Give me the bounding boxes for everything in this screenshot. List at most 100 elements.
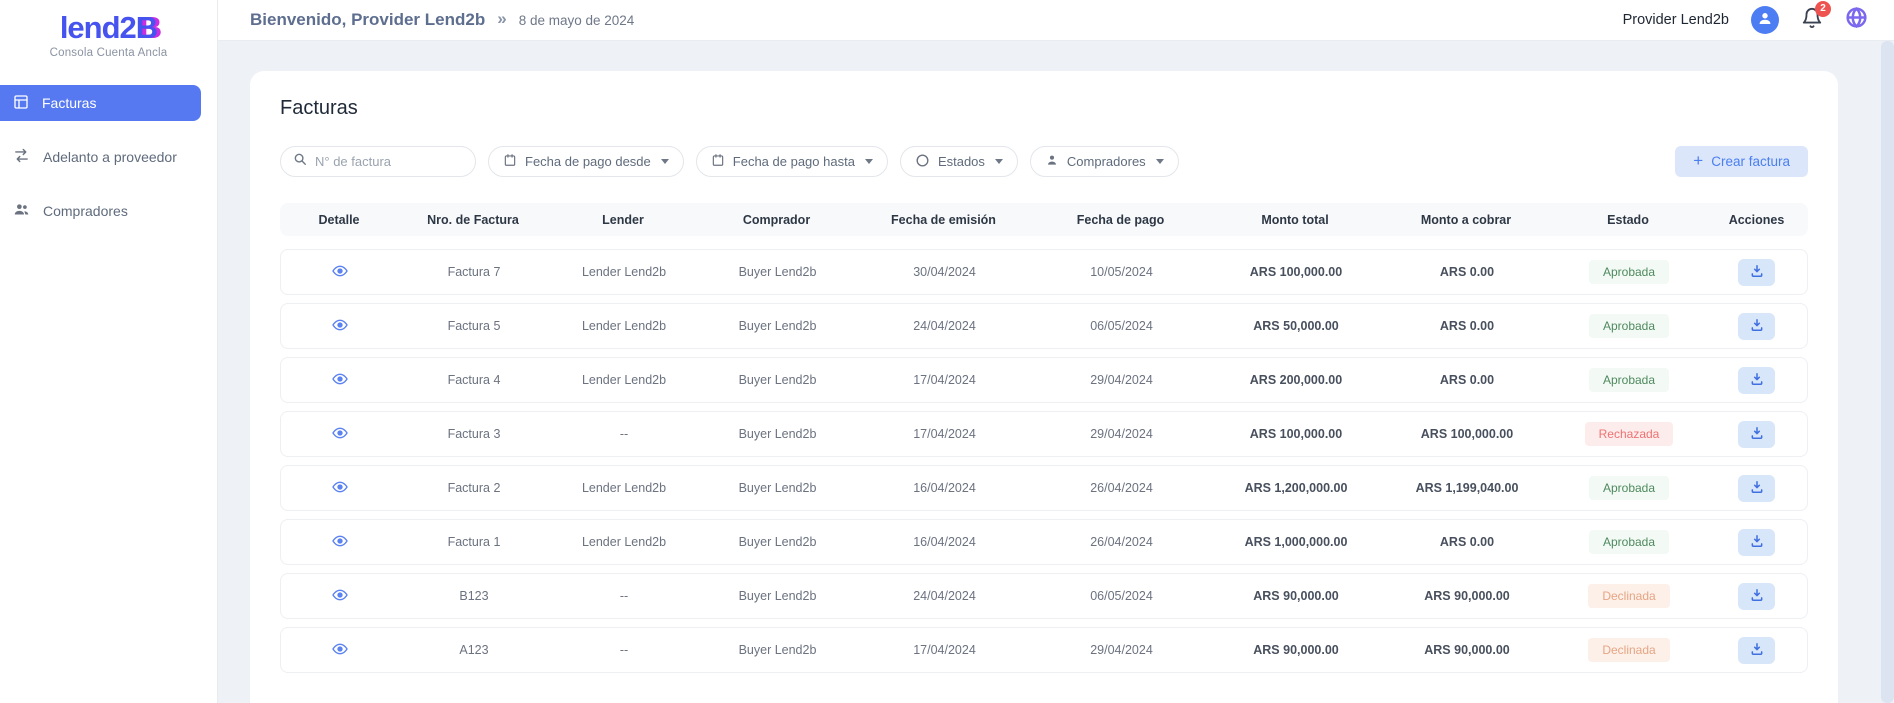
table-column-header: Monto a cobrar [1420,212,1512,227]
detail-cell [281,639,399,662]
status-cell: Aprobada [1552,530,1706,554]
total-amount-cell: ARS 100,000.00 [1249,427,1343,441]
total-amount-cell: ARS 1,200,000.00 [1244,481,1348,495]
filter-compradores[interactable]: Compradores [1029,146,1179,177]
table-column-header: Lender [602,212,644,227]
download-button[interactable] [1738,420,1775,448]
topbar-actions: Provider Lend2b 2 [1622,0,1868,34]
detail-cell [281,369,399,392]
table-column-header: Nro. de Factura [427,212,519,227]
status-badge: Aprobada [1588,314,1670,338]
lender-cell: Lender Lend2b [581,535,667,549]
chevron-double-icon: » [497,9,507,28]
eye-icon [332,317,348,336]
total-amount-cell: ARS 100,000.00 [1249,265,1343,279]
avatar-icon [1756,9,1774,32]
download-icon [1750,426,1764,443]
download-button[interactable] [1738,474,1775,502]
view-detail-button[interactable] [330,639,350,662]
sidebar-nav: Facturas Adelanto a proveedor Compradore… [0,85,217,229]
total-amount-cell: ARS 200,000.00 [1249,373,1343,387]
table-body: Factura 7 Lender Lend2b Buyer Lend2b 30/… [280,249,1808,673]
create-invoice-label: Crear factura [1711,154,1790,169]
actions-cell [1706,582,1807,610]
sidebar-item-compradores[interactable]: Compradores [0,193,201,229]
main-area: Facturas Fecha de pago desde Fecha d [218,41,1894,703]
issue-date-cell: 16/04/2024 [913,535,976,549]
invoice-number-cell: A123 [459,643,489,657]
search-icon [293,152,307,171]
table-row: Factura 7 Lender Lend2b Buyer Lend2b 30/… [280,249,1808,295]
download-button[interactable] [1738,528,1775,556]
lender-cell: -- [619,589,629,603]
buyer-cell: Buyer Lend2b [738,373,817,387]
plus-icon: + [1693,150,1704,170]
payment-date-cell: 29/04/2024 [1090,643,1153,657]
actions-cell [1706,366,1807,394]
buyer-cell: Buyer Lend2b [738,265,817,279]
download-button[interactable] [1738,582,1775,610]
search-input[interactable] [315,154,445,169]
invoice-number-cell: Factura 3 [447,427,501,441]
view-detail-button[interactable] [330,261,350,284]
status-badge: Declinada [1588,638,1670,662]
payment-date-cell: 26/04/2024 [1090,535,1153,549]
status-badge: Aprobada [1588,368,1670,392]
receivable-amount-cell: ARS 100,000.00 [1420,427,1514,441]
sidebar-item-facturas[interactable]: Facturas [0,85,201,121]
detail-cell [281,585,399,608]
filter-label: Compradores [1066,154,1146,169]
eye-icon [332,479,348,498]
topbar: Bienvenido, Provider Lend2b » 8 de mayo … [218,0,1894,41]
status-cell: Aprobada [1552,314,1706,338]
status-cell: Declinada [1552,638,1706,662]
users-icon [13,201,30,221]
view-detail-button[interactable] [330,315,350,338]
lender-cell: Lender Lend2b [581,265,667,279]
table-row: B123 -- Buyer Lend2b 24/04/2024 06/05/20… [280,573,1808,619]
buyer-cell: Buyer Lend2b [738,535,817,549]
actions-cell [1706,258,1807,286]
download-button[interactable] [1738,312,1775,340]
table-column-header: Comprador [742,212,811,227]
download-button[interactable] [1738,366,1775,394]
create-invoice-button[interactable]: + Crear factura [1675,146,1808,177]
filter-fecha-pago-desde[interactable]: Fecha de pago desde [488,146,684,177]
sidebar-item-adelanto[interactable]: Adelanto a proveedor [0,139,201,175]
table-column-header: Acciones [1728,212,1785,227]
view-detail-button[interactable] [330,531,350,554]
calendar-icon [711,153,725,170]
avatar[interactable] [1751,6,1779,34]
issue-date-cell: 24/04/2024 [913,319,976,333]
receivable-amount-cell: ARS 0.00 [1439,373,1495,387]
table-column-header: Monto total [1261,212,1329,227]
invoice-number-cell: Factura 4 [447,373,501,387]
view-detail-button[interactable] [330,423,350,446]
logo-part-blue: lend2 [59,10,137,45]
status-circle-icon [915,153,930,171]
buyer-cell: Buyer Lend2b [738,589,817,603]
table-row: Factura 4 Lender Lend2b Buyer Lend2b 17/… [280,357,1808,403]
view-detail-button[interactable] [330,369,350,392]
status-cell: Aprobada [1552,368,1706,392]
download-button[interactable] [1738,258,1775,286]
download-button[interactable] [1738,636,1775,664]
table-column-header: Fecha de emisión [891,212,996,227]
receivable-amount-cell: ARS 1,199,040.00 [1415,481,1519,495]
logo: lend2B Consola Cuenta Ancla [0,0,217,59]
filter-label: Estados [937,154,985,169]
filter-estados[interactable]: Estados [899,146,1018,177]
scrollbar[interactable] [1881,41,1894,703]
eye-icon [332,587,348,606]
notifications-button[interactable]: 2 [1801,0,1831,34]
view-detail-button[interactable] [330,585,350,608]
user-name: Provider Lend2b [1622,12,1729,28]
view-detail-button[interactable] [330,477,350,500]
invoice-search[interactable] [280,146,476,177]
table-column-header: Fecha de pago [1076,212,1165,227]
language-button[interactable] [1845,6,1868,34]
filter-fecha-pago-hasta[interactable]: Fecha de pago hasta [695,146,888,177]
status-cell: Aprobada [1552,260,1706,284]
issue-date-cell: 30/04/2024 [913,265,976,279]
sidebar-item-label: Adelanto a proveedor [43,149,177,165]
